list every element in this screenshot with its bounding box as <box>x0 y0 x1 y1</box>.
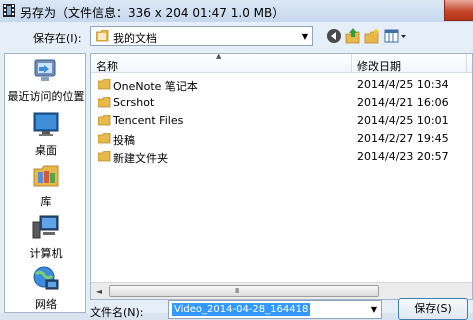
file-row[interactable]: 投稿 2014/2/27 19:45 <box>91 130 472 148</box>
scrollbar-thumb[interactable]: III <box>109 285 379 297</box>
file-modified: 2014/2/27 19:45 <box>357 132 449 145</box>
recent-places-icon <box>34 59 56 81</box>
file-modified: 2014/4/21 16:06 <box>357 96 449 109</box>
column-header-next[interactable] <box>467 54 472 73</box>
window-title: 另存为（文件信息：336 x 204 01:47 1.0 MB） <box>20 6 285 20</box>
file-row[interactable]: 新建文件夹 2014/4/23 20:57 <box>91 148 472 166</box>
computer-icon <box>32 215 59 239</box>
save-in-value: 我的文档 <box>113 32 157 45</box>
place-label: 最近访问的位置 <box>7 90 85 103</box>
file-row[interactable]: Tencent Files 2014/4/25 10:01 <box>91 112 472 130</box>
folder-icon <box>96 30 109 42</box>
file-name: OneNote 笔记本 <box>113 80 198 93</box>
file-name: 新建文件夹 <box>113 152 168 165</box>
filename-value: Video_2014-04-28_164418 <box>172 303 311 316</box>
file-list[interactable]: ▲ 名称 修改日期 OneNote 笔记本 2014/4/25 10:34 Sc… <box>90 53 473 300</box>
folder-icon <box>98 151 111 162</box>
place-network[interactable]: 网络 <box>5 264 87 312</box>
column-header-modified[interactable]: 修改日期 <box>352 54 467 73</box>
places-bar: 最近访问的位置 桌面 库 计算机 网络 <box>4 53 86 313</box>
file-row[interactable]: Scrshot 2014/4/21 16:06 <box>91 94 472 112</box>
save-in-dropdown[interactable]: 我的文档 ▼ <box>90 26 313 46</box>
scroll-left-icon[interactable]: ◄ <box>92 285 106 298</box>
scrollbar-grip: III <box>235 287 239 295</box>
save-button[interactable]: 保存(S) <box>398 298 468 320</box>
file-name: 投稿 <box>113 134 135 147</box>
folder-icon <box>98 79 111 90</box>
sort-up-icon: ▲ <box>216 53 222 60</box>
file-row[interactable]: OneNote 笔记本 2014/4/25 10:34 <box>91 76 472 94</box>
file-modified: 2014/4/23 20:57 <box>357 150 449 163</box>
back-icon[interactable] <box>326 27 342 45</box>
file-modified: 2014/4/25 10:34 <box>357 78 449 91</box>
file-name: Scrshot <box>113 96 155 109</box>
filename-label: 文件名(N): <box>90 306 144 319</box>
place-label: 桌面 <box>35 144 57 157</box>
place-libraries[interactable]: 库 <box>5 161 87 209</box>
close-button[interactable] <box>444 0 473 21</box>
place-label: 网络 <box>35 298 57 311</box>
film-icon <box>3 4 15 17</box>
libraries-icon <box>33 165 59 187</box>
title-bar: 另存为（文件信息：336 x 204 01:47 1.0 MB） <box>0 0 473 23</box>
folder-icon <box>98 115 111 126</box>
network-icon <box>33 266 59 290</box>
new-folder-icon[interactable] <box>364 27 381 45</box>
folder-icon <box>98 97 111 108</box>
place-label: 库 <box>40 195 52 208</box>
column-header-name[interactable]: ▲ 名称 <box>91 54 352 73</box>
file-modified: 2014/4/25 10:01 <box>357 114 449 127</box>
folder-icon <box>98 133 111 144</box>
place-desktop[interactable]: 桌面 <box>5 110 87 158</box>
desktop-icon <box>33 112 59 136</box>
view-menu-icon[interactable] <box>384 27 408 45</box>
dialog-body: 保存在(I): 我的文档 ▼ 最近访问的位置 桌面 库 计算机 网络 ▲ 名称 … <box>0 22 473 320</box>
up-folder-icon[interactable] <box>345 27 361 45</box>
save-in-label: 保存在(I): <box>33 32 82 45</box>
place-label: 计算机 <box>29 247 63 260</box>
file-name: Tencent Files <box>113 114 184 127</box>
chevron-down-icon: ▼ <box>301 32 308 41</box>
filename-input[interactable]: Video_2014-04-28_164418 ▼ <box>168 300 382 319</box>
place-computer[interactable]: 计算机 <box>5 213 87 261</box>
place-recent-places[interactable]: 最近访问的位置 <box>5 56 87 104</box>
